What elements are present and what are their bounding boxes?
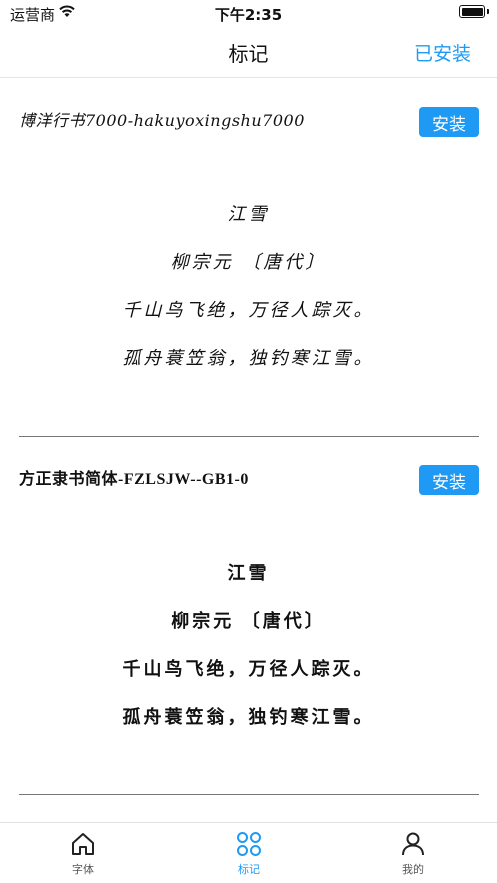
poem-line: 千山鸟飞绝，万径人踪灭。	[122, 300, 375, 321]
poem-line: 孤舟蓑笠翁，独钓寒江雪。	[122, 348, 375, 369]
grid-icon	[237, 832, 261, 856]
poem-line: 孤舟蓑笠翁，独钓寒江雪。	[122, 707, 375, 727]
divider	[19, 794, 479, 795]
tab-marked[interactable]: 标记	[204, 831, 294, 877]
poem-author: 柳宗元 〔唐代〕	[170, 252, 327, 273]
battery-icon	[459, 5, 485, 18]
user-icon	[402, 832, 424, 856]
font-preview-poem: 江雪 柳宗元 〔唐代〕 千山鸟飞绝，万径人踪灭。 孤舟蓑笠翁，独钓寒江雪。	[0, 549, 497, 741]
font-list[interactable]: 博洋行书7000-hakuyoxingshu7000 安装 江雪 柳宗元 〔唐代…	[0, 79, 497, 822]
tab-mine[interactable]: 我的	[368, 831, 458, 877]
font-name: 方正隶书简体-FZLSJW--GB1-0	[19, 471, 249, 488]
tab-label: 我的	[402, 863, 424, 876]
installed-button[interactable]: 已安装	[414, 39, 471, 66]
tab-bar: 字体 标记 我的	[0, 822, 497, 883]
install-button[interactable]: 安装	[419, 107, 479, 137]
poem-author: 柳宗元 〔唐代〕	[171, 611, 326, 631]
tab-label: 字体	[72, 863, 94, 876]
tab-label: 标记	[238, 863, 260, 876]
status-bar: 运营商 下午2:35	[0, 0, 497, 26]
status-time: 下午2:35	[214, 6, 283, 24]
tab-fonts[interactable]: 字体	[38, 831, 128, 877]
font-card: 博洋行书7000-hakuyoxingshu7000 安装 江雪 柳宗元 〔唐代…	[0, 79, 497, 437]
poem-title: 江雪	[227, 563, 270, 583]
font-card: 方正隶书简体-FZLSJW--GB1-0 安装 江雪 柳宗元 〔唐代〕 千山鸟飞…	[0, 437, 497, 795]
font-preview-poem: 江雪 柳宗元 〔唐代〕 千山鸟飞绝，万径人踪灭。 孤舟蓑笠翁，独钓寒江雪。	[0, 191, 497, 383]
poem-title: 江雪	[227, 204, 270, 225]
install-button[interactable]: 安装	[419, 465, 479, 495]
home-icon	[72, 833, 94, 855]
navigation-bar: 标记 已安装	[0, 26, 497, 78]
poem-line: 千山鸟飞绝，万径人踪灭。	[122, 659, 375, 679]
font-name: 博洋行书7000-hakuyoxingshu7000	[19, 111, 305, 130]
